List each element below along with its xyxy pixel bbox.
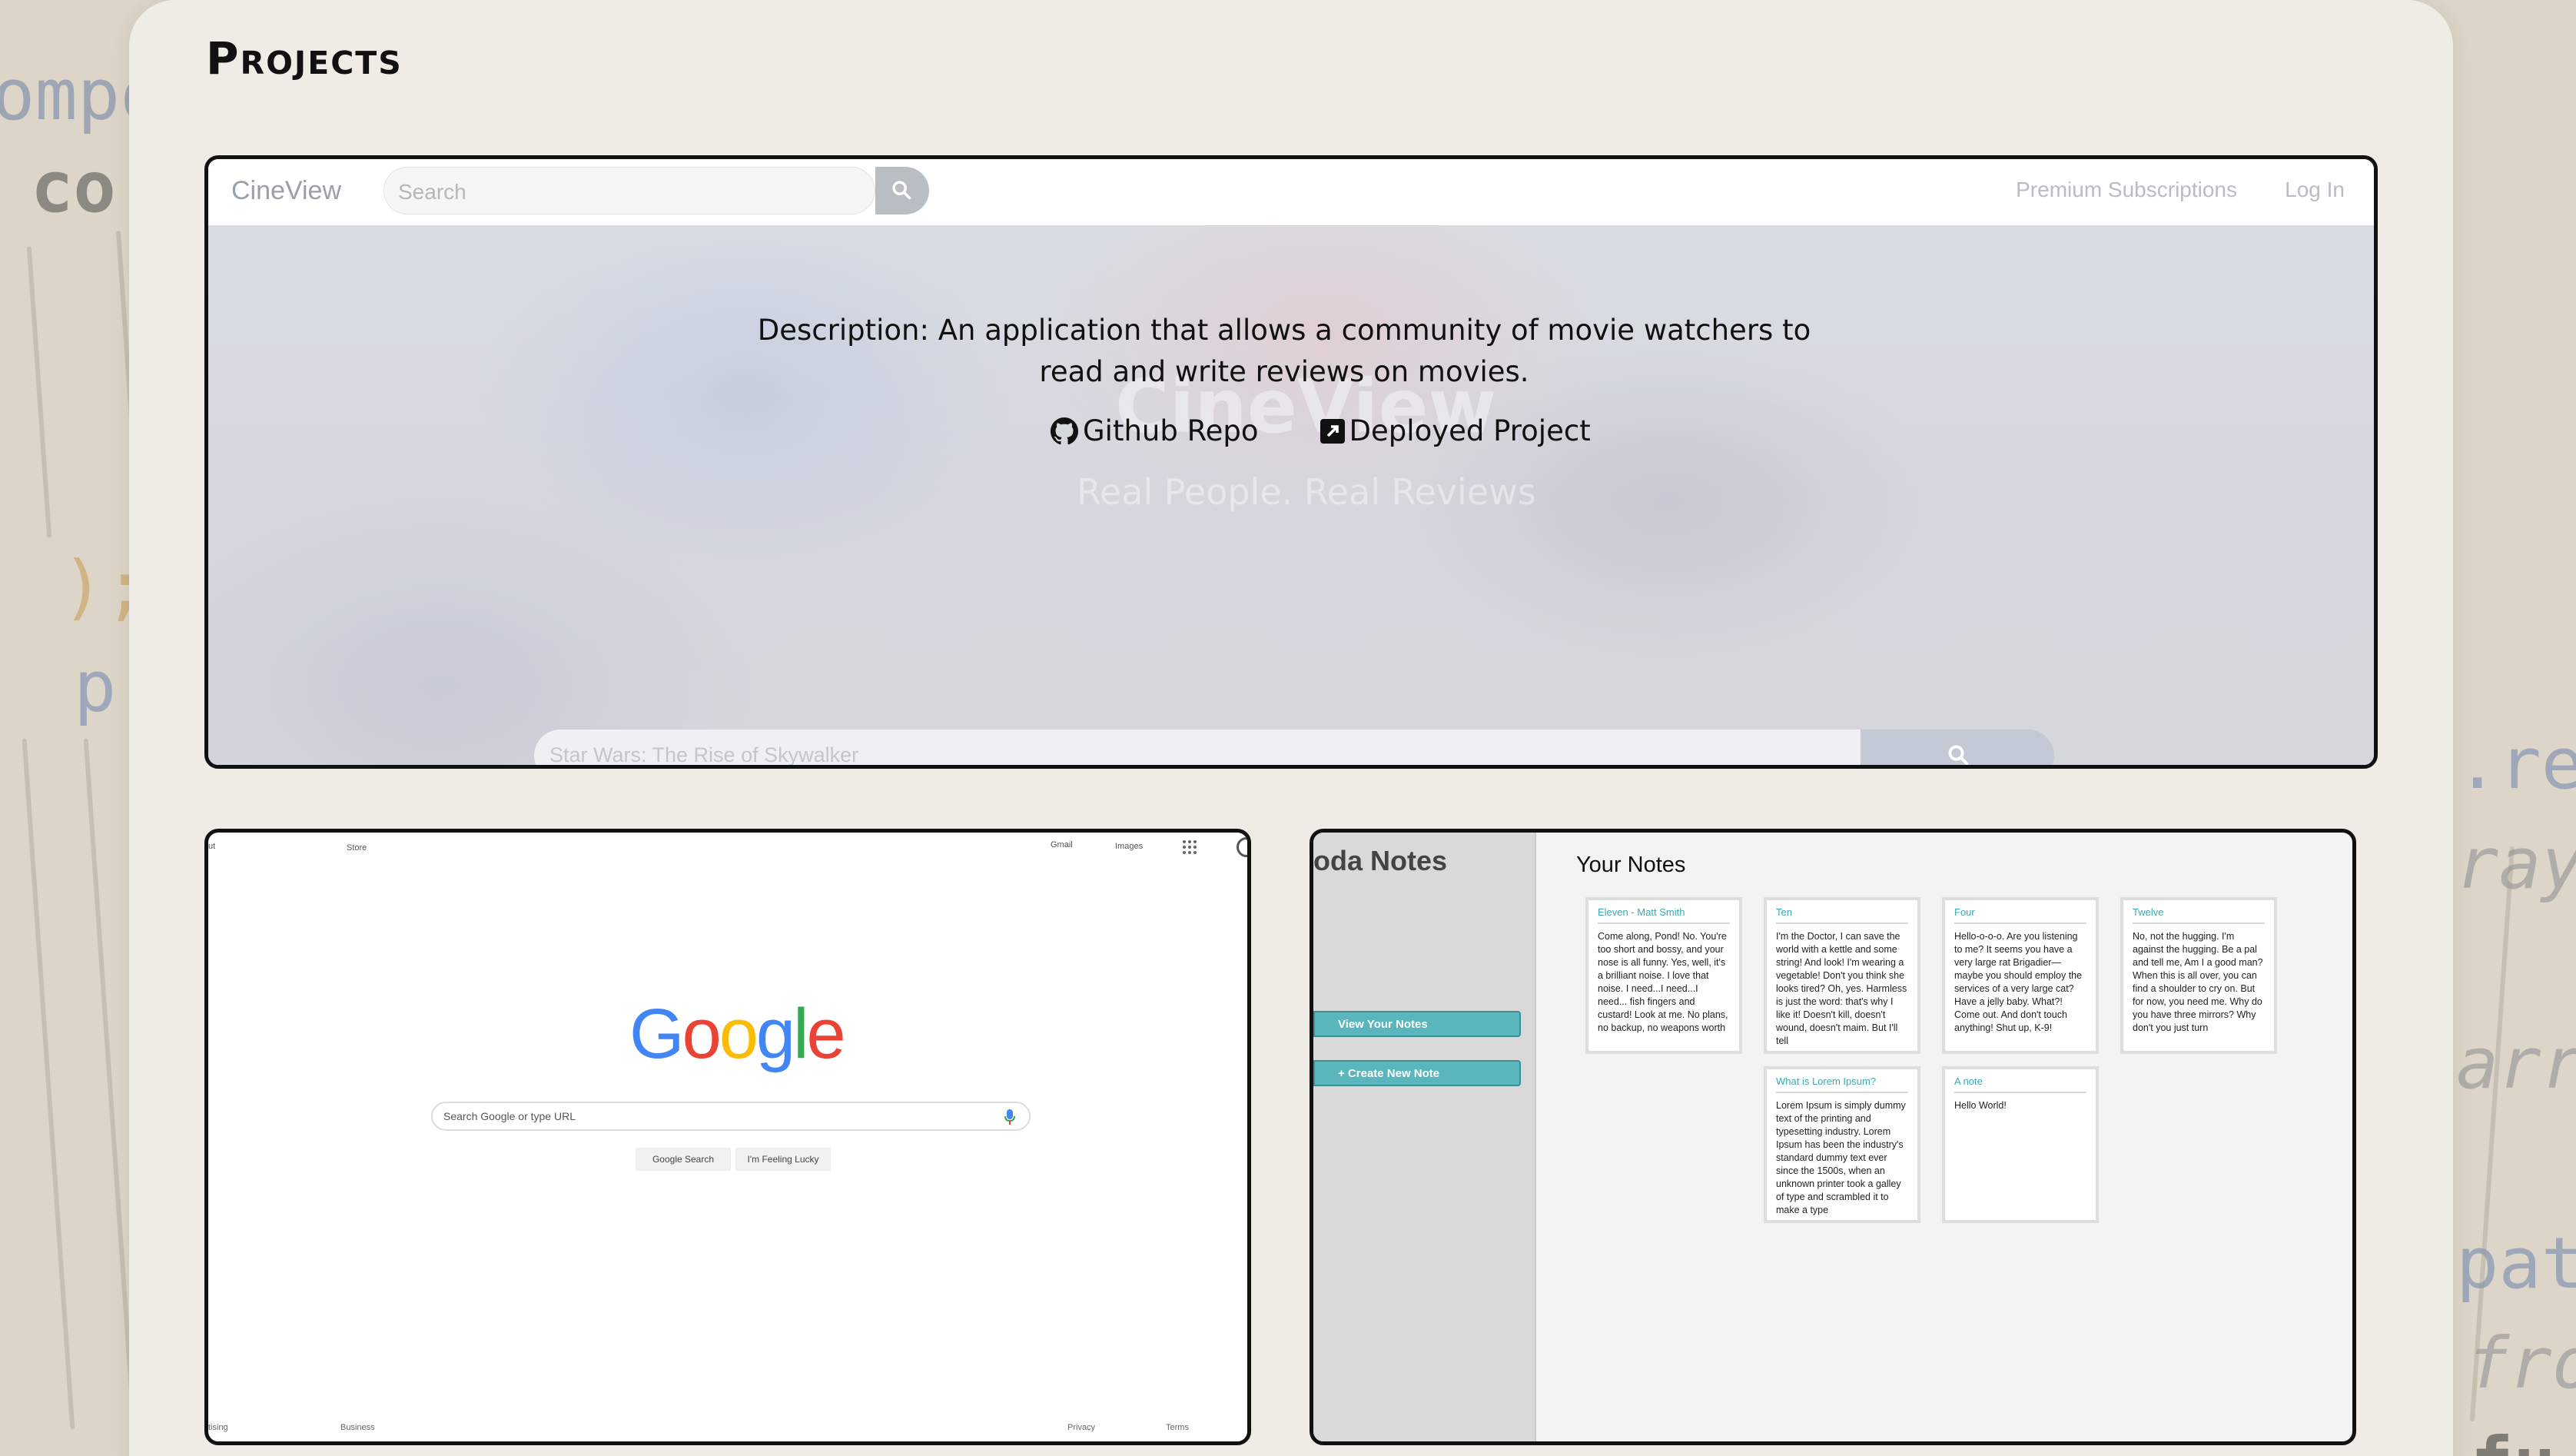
cineview-brand: CineView — [231, 176, 342, 205]
note-title: What is Lorem Ipsum? — [1776, 1075, 1908, 1093]
github-icon — [1051, 417, 1078, 444]
note-title: Eleven - Matt Smith — [1598, 906, 1730, 924]
bg-token: fu — [2471, 1422, 2556, 1456]
note-title: A note — [1954, 1075, 2086, 1093]
note-title: Ten — [1776, 906, 1908, 924]
note-card: What is Lorem Ipsum? Lorem Ipsum is simp… — [1764, 1066, 1920, 1223]
note-title: Four — [1954, 906, 2086, 924]
note-card: Four Hello-o-o-o. Are you listening to m… — [1942, 897, 2099, 1054]
google-search-placeholder: Search Google or type URL — [443, 1110, 576, 1122]
bg-token: pat — [2456, 1222, 2576, 1305]
google-logo-letter: g — [755, 995, 795, 1073]
google-logo-letter: G — [629, 995, 685, 1073]
cineview-hero-search-input: Star Wars: The Rise of Skywalker — [534, 730, 1861, 766]
project-card-cineview[interactable]: CineView Search Premium Subscriptions Lo… — [204, 155, 2378, 769]
note-body: Come along, Pond! No. You're too short a… — [1598, 931, 1728, 1033]
note-title: Twelve — [2133, 906, 2265, 924]
note-body: No, not the hugging. I'm against the hug… — [2133, 931, 2263, 1033]
bg-indent-line — [22, 738, 75, 1430]
google-footer-link: Terms — [1166, 1423, 1189, 1432]
feeling-lucky-button: I'm Feeling Lucky — [735, 1148, 831, 1171]
bg-indent-line — [26, 246, 52, 538]
notes-app-title: oda Notes — [1313, 845, 1448, 876]
google-search-input: Search Google or type URL — [431, 1102, 1031, 1131]
project-overlay — [208, 225, 2374, 765]
microphone-icon — [1004, 1109, 1015, 1125]
note-card: Twelve No, not the hugging. I'm against … — [2120, 897, 2277, 1054]
deployed-project-label: Deployed Project — [1349, 414, 1591, 447]
note-body: Hello-o-o-o. Are you listening to me? It… — [1954, 931, 2083, 1033]
note-card: A note Hello World! — [1942, 1066, 2099, 1223]
note-body: Hello World! — [1954, 1100, 2007, 1111]
view-notes-button: View Your Notes — [1313, 1011, 1521, 1037]
note-body: I'm the Doctor, I can save the world wit… — [1776, 931, 1907, 1046]
google-top-link: Store — [347, 843, 367, 853]
bg-token: .re — [2456, 723, 2576, 805]
google-logo-letter: o — [719, 995, 759, 1073]
account-avatar — [1237, 837, 1247, 857]
cineview-hero-search-button — [1861, 730, 2054, 765]
search-icon — [1948, 745, 1969, 765]
note-card: Ten I'm the Doctor, I can save the world… — [1764, 897, 1920, 1054]
google-top-link: Gmail — [1051, 840, 1073, 849]
notes-heading: Your Notes — [1576, 853, 1686, 877]
bg-token: ray — [2456, 823, 2576, 905]
search-icon — [892, 181, 911, 200]
project-card-notes-app[interactable]: oda Notes View Your Notes + Create New N… — [1310, 829, 2356, 1445]
notes-sidebar: oda Notes View Your Notes + Create New N… — [1313, 833, 1536, 1441]
google-top-link: ut — [208, 842, 216, 851]
cineview-search-input: Search — [383, 167, 875, 214]
google-footer-link: Privacy — [1067, 1423, 1096, 1432]
apps-grid-icon — [1183, 840, 1197, 854]
google-logo: Google — [629, 994, 846, 1075]
note-card: Eleven - Matt Smith Come along, Pond! No… — [1585, 897, 1742, 1054]
create-note-button: + Create New Note — [1313, 1060, 1521, 1086]
google-top-link: Images — [1115, 842, 1144, 851]
project-links: Github Repo Deployed Project — [1051, 414, 1591, 447]
bg-token: p — [74, 646, 117, 728]
bg-token: co — [31, 146, 116, 228]
google-logo-letter: e — [806, 995, 846, 1073]
project-description: Description: An application that allows … — [757, 314, 1811, 388]
deployed-project-link[interactable]: Deployed Project — [1320, 414, 1591, 447]
cineview-hero-search-placeholder: Star Wars: The Rise of Skywalker — [549, 743, 859, 766]
google-footer-link: Business — [340, 1423, 375, 1432]
external-link-icon — [1320, 418, 1345, 444]
cineview-navbar: CineView Search Premium Subscriptions Lo… — [208, 159, 2374, 225]
cineview-nav-premium: Premium Subscriptions — [2016, 178, 2237, 201]
google-footer-link: tising — [208, 1423, 228, 1432]
google-logo-letter: o — [682, 995, 722, 1073]
bg-token: fro — [2467, 1322, 2576, 1404]
cineview-nav-login: Log In — [2285, 178, 2345, 201]
google-logo-letter: l — [793, 995, 809, 1073]
bg-token: arra — [2456, 1022, 2576, 1105]
project-card-google-clone[interactable]: ut Store Gmail Images Google Search Goog… — [204, 829, 1251, 1445]
note-body: Lorem Ipsum is simply dummy text of the … — [1776, 1100, 1906, 1215]
github-repo-link[interactable]: Github Repo — [1051, 414, 1259, 447]
cineview-search-placeholder: Search — [398, 180, 466, 204]
cineview-search-button — [875, 167, 929, 214]
page-title: Projects — [206, 32, 403, 85]
google-search-button: Google Search — [636, 1148, 731, 1171]
cineview-hero: CineView Real People. Real Reviews — [208, 225, 2374, 765]
github-repo-label: Github Repo — [1083, 414, 1259, 447]
